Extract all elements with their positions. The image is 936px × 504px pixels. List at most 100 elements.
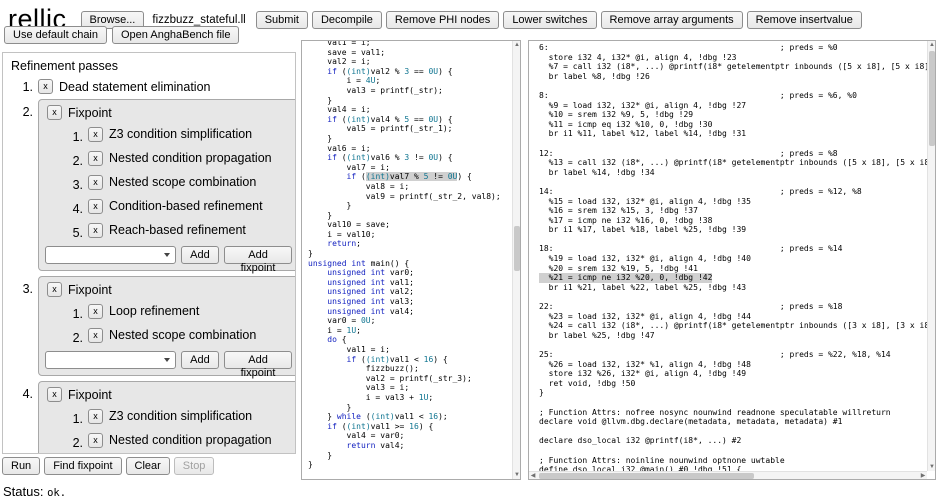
code-line <box>539 446 935 456</box>
provenance-highlight: 0U <box>448 172 458 181</box>
refinement-passes-panel: Refinement passes 1.xDead statement elim… <box>2 52 296 454</box>
c-code-scroll-thumb[interactable] <box>514 226 520 271</box>
remove-nested-scope-combination-button[interactable]: x <box>88 175 103 190</box>
remove-nested-condition-propagation-button[interactable]: x <box>88 433 103 448</box>
open-anghabench-file-button[interactable]: Open AnghaBench file <box>112 26 239 44</box>
remove-fixpoint-2-button[interactable]: x <box>47 105 62 120</box>
pass-label: Nested scope combination <box>109 175 256 189</box>
code-line: ; Function Attrs: noinline nounwind optn… <box>539 456 935 466</box>
clear-button[interactable]: Clear <box>126 457 170 475</box>
provenance-highlight: (int) <box>366 172 390 181</box>
code-line: val8 = i; <box>308 182 520 192</box>
code-line: %26 = load i32, i32* %1, align 4, !dbg !… <box>539 360 935 370</box>
submit-button[interactable]: Submit <box>256 11 308 29</box>
status-value: ok. <box>47 487 66 499</box>
llvm-ir-panel[interactable]: 6: ; preds = %0 store i32 4, i32* @i, al… <box>528 40 936 480</box>
ir-horizontal-scrollbar[interactable]: ◀ ▶ <box>529 471 927 479</box>
selected-filename: fizzbuzz_stateful.ll <box>152 14 245 26</box>
item-number: 1. <box>67 130 83 144</box>
lower-switches-button[interactable]: Lower switches <box>503 11 596 29</box>
chevron-down-icon <box>164 358 170 362</box>
llvm-ir-code: 6: ; preds = %0 store i32 4, i32* @i, al… <box>529 43 935 475</box>
fixpoint-box: xFixpoint 1. x Z3 condition simplification 2… <box>38 99 296 271</box>
code-line: if ((int)val2 % 3 == 0U) { <box>308 67 520 77</box>
code-line: } <box>308 201 520 211</box>
pass-label: Nested condition propagation <box>109 151 272 165</box>
code-line: val9 = printf(_str_2, val8); <box>308 192 520 202</box>
ir-scroll-thumb[interactable] <box>929 51 935 146</box>
code-line: %17 = icmp ne i32 %16, 0, !dbg !38 <box>539 216 935 226</box>
run-button[interactable]: Run <box>2 457 40 475</box>
fixpoint-3-pass-select[interactable] <box>45 351 176 369</box>
code-line: 8: ; preds = %6, %0 <box>539 91 935 101</box>
item-number: 1. <box>15 80 33 94</box>
remove-nested-condition-propagation-button[interactable]: x <box>88 151 103 166</box>
scroll-down-icon[interactable]: ▼ <box>513 471 521 479</box>
scroll-left-icon[interactable]: ◀ <box>529 472 537 480</box>
code-line: unsigned int val3; <box>308 297 520 307</box>
remove-array-arguments-button[interactable]: Remove array arguments <box>601 11 743 29</box>
remove-reach-based-refinement-button[interactable]: x <box>88 223 103 238</box>
code-line <box>539 177 935 187</box>
code-line: val4 = i; <box>308 105 520 115</box>
code-line: if ((int)val7 % 5 != 0U) { <box>308 172 520 182</box>
code-line: val1 = i; <box>308 345 520 355</box>
code-line: br label %8, !dbg !26 <box>539 72 935 82</box>
item-number: 2. <box>67 331 83 345</box>
item-number: 2. <box>67 154 83 168</box>
passes-list: 1.xDead statement elimination2.xFixpoint… <box>9 79 289 454</box>
code-line <box>539 398 935 408</box>
remove-z3-condition-simplification-button[interactable]: x <box>88 409 103 424</box>
code-line <box>539 235 935 245</box>
remove-nested-scope-combination-button[interactable]: x <box>88 328 103 343</box>
scroll-up-icon[interactable]: ▲ <box>928 41 936 49</box>
find-fixpoint-button[interactable]: Find fixpoint <box>44 457 121 475</box>
code-line: br i1 %17, label %18, label %25, !dbg !3… <box>539 225 935 235</box>
fixpoint-2-pass-select[interactable] <box>45 246 176 264</box>
remove-pass-1-button[interactable]: x <box>38 79 53 94</box>
code-line: %9 = load i32, i32* @i, align 4, !dbg !2… <box>539 101 935 111</box>
fixpoint-header: xFixpoint <box>47 105 292 120</box>
code-line: i = 1U; <box>308 326 520 336</box>
code-line: save = val1; <box>308 48 520 58</box>
scroll-down-icon[interactable]: ▼ <box>928 463 936 471</box>
c-code-vertical-scrollbar[interactable]: ▲ ▼ <box>512 41 520 479</box>
fixpoint-3-add-fixpoint-button[interactable]: Add fixpoint <box>224 351 293 369</box>
use-default-chain-button[interactable]: Use default chain <box>4 26 107 44</box>
code-line: ; Function Attrs: nofree nosync nounwind… <box>539 408 935 418</box>
code-line: br label %14, !dbg !34 <box>539 168 935 178</box>
fixpoint-3-add-button[interactable]: Add <box>181 351 219 369</box>
pass-label: Z3 condition simplification <box>109 409 252 423</box>
code-line: br i1 %21, label %22, label %25, !dbg !4… <box>539 283 935 293</box>
ir-hscroll-thumb[interactable] <box>539 473 754 479</box>
remove-condition-based-refinement-button[interactable]: x <box>88 199 103 214</box>
remove-fixpoint-4-button[interactable]: x <box>47 387 62 402</box>
code-line: %10 = srem i32 %9, 5, !dbg !29 <box>539 110 935 120</box>
remove-phi-nodes-button[interactable]: Remove PHI nodes <box>386 11 499 29</box>
code-line: if ((int)val1 >= 16) { <box>308 422 520 432</box>
remove-insertvalue-button[interactable]: Remove insertvalue <box>747 11 862 29</box>
item-number: 3. <box>67 178 83 192</box>
code-line: do { <box>308 335 520 345</box>
code-line: val10 = save; <box>308 220 520 230</box>
remove-z3-condition-simplification-button[interactable]: x <box>88 127 103 142</box>
code-line: ret void, !dbg !50 <box>539 379 935 389</box>
code-line <box>539 292 935 302</box>
header-row-2: Use default chain Open AnghaBench file <box>4 26 239 44</box>
ir-vertical-scrollbar[interactable]: ▲ ▼ <box>927 41 935 471</box>
code-line: br i1 %11, label %12, label %14, !dbg !3… <box>539 129 935 139</box>
code-line: store i32 %26, i32* @i, align 4, !dbg !4… <box>539 369 935 379</box>
fixpoint-pass-item: 2.xNested condition propagation <box>67 430 292 450</box>
fixpoint-2-add-fixpoint-button[interactable]: Add fixpoint <box>224 246 293 264</box>
pass-label: Z3 condition simplification <box>109 127 252 141</box>
code-line: %15 = load i32, i32* @i, align 4, !dbg !… <box>539 197 935 207</box>
c-code-panel[interactable]: val1 = i; save = val1; val2 = i; if ((in… <box>301 40 521 480</box>
scroll-right-icon[interactable]: ▶ <box>919 472 927 480</box>
remove-fixpoint-3-button[interactable]: x <box>47 282 62 297</box>
remove-loop-refinement-button[interactable]: x <box>88 304 103 319</box>
code-line: %7 = call i32 (i8*, ...) @printf(i8* get… <box>539 62 935 72</box>
fixpoint-2-add-button[interactable]: Add <box>181 246 219 264</box>
decompile-button[interactable]: Decompile <box>312 11 382 29</box>
scroll-up-icon[interactable]: ▲ <box>513 41 521 49</box>
panel-title: Refinement passes <box>11 59 289 73</box>
